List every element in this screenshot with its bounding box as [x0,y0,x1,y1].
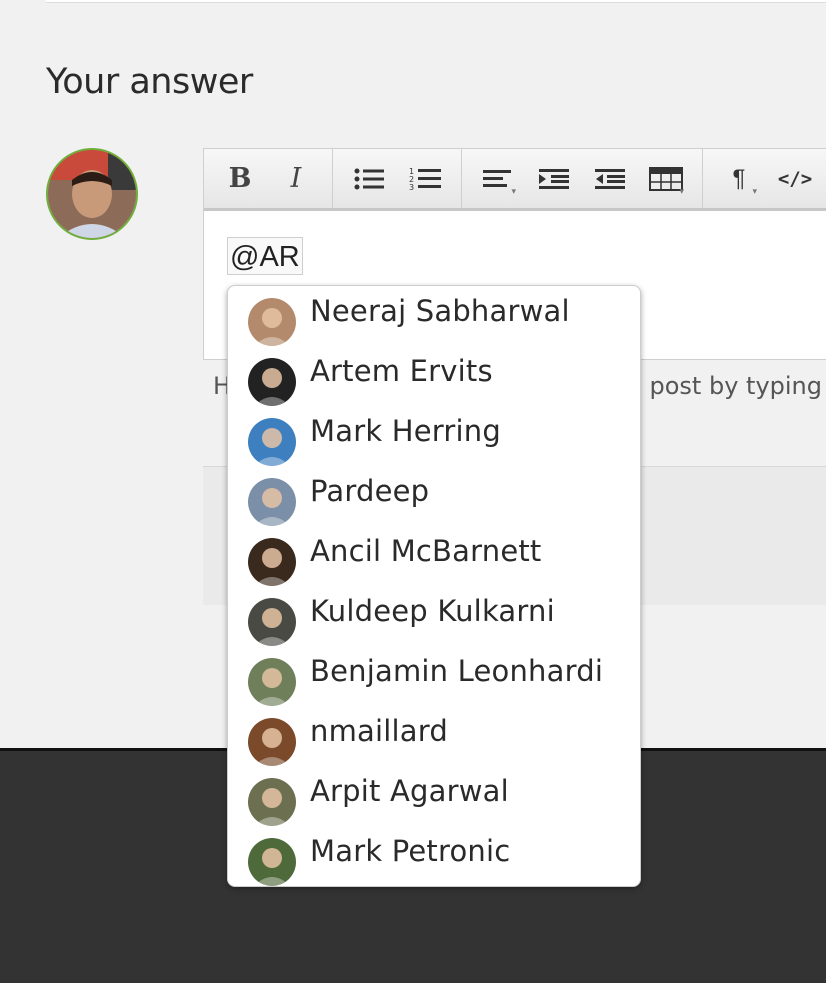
code-icon: </> [777,167,813,190]
chevron-down-icon: ▾ [679,185,684,196]
outdent-button[interactable] [582,159,638,199]
mention-avatar [248,658,296,706]
paragraph-icon: ¶ [732,164,746,192]
bullet-list-button[interactable] [341,159,397,199]
text-style-group: B I [204,149,333,208]
mention-item[interactable]: Ancil McBarnett [228,526,640,586]
table-icon [649,166,683,191]
numbered-list-icon: 1 2 3 [409,167,441,191]
svg-text:3: 3 [409,183,414,191]
mention-avatar [248,298,296,346]
format-group: ▾ ▾ [462,149,703,208]
outdent-icon [595,168,625,189]
numbered-list-button[interactable]: 1 2 3 [397,159,453,199]
bullet-list-icon [354,168,384,189]
mention-name: Artem Ervits [310,354,493,388]
mention-suggestions: Neeraj Sabharwal Artem Ervits Mark Herring… [227,285,641,887]
code-button[interactable]: </> [767,159,823,199]
mention-avatar [248,358,296,406]
mention-item[interactable]: Benjamin Leonhardi [228,646,640,706]
mention-avatar [248,418,296,466]
align-button[interactable]: ▾ [470,159,526,199]
paragraph-button[interactable]: ¶ ▾ [711,159,767,199]
section-title: Your answer [46,62,253,102]
mention-name: nmaillard [310,714,448,748]
mention-name: Kuldeep Kulkarni [310,594,555,628]
mention-name: Mark Herring [310,414,501,448]
mention-avatar [248,718,296,766]
italic-button[interactable]: I [268,159,324,199]
mention-name: Pardeep [310,474,430,508]
chevron-down-icon: ▾ [752,185,757,196]
mention-avatar [248,598,296,646]
mention-item[interactable]: Mark Herring [228,406,640,466]
mention-name: Arpit Agarwal [310,774,509,808]
table-button[interactable]: ▾ [638,159,694,199]
mention-name: Ancil McBarnett [310,534,542,568]
help-text-right: s post by typing [629,372,822,400]
user-avatar[interactable] [46,148,138,240]
mention-item[interactable]: Pardeep [228,466,640,526]
mention-name: Neeraj Sabharwal [310,294,570,328]
mention-item[interactable]: Kuldeep Kulkarni [228,586,640,646]
mention-name: Mark Petronic [310,834,511,868]
mention-item[interactable]: Arpit Agarwal [228,766,640,826]
mention-item[interactable]: Neeraj Sabharwal [228,286,640,346]
align-left-icon [483,169,511,187]
insert-group: ¶ ▾ </> [703,149,826,208]
list-group: 1 2 3 [333,149,462,208]
bold-icon: B [228,163,252,194]
indent-button[interactable] [526,159,582,199]
bold-button[interactable]: B [212,159,268,199]
mention-token[interactable]: @AR [227,237,303,275]
italic-icon: I [290,163,302,194]
indent-icon [539,168,569,189]
mention-item[interactable]: nmaillard [228,706,640,766]
mention-name: Benjamin Leonhardi [310,654,604,688]
mention-item[interactable]: Artem Ervits [228,346,640,406]
mention-avatar [248,538,296,586]
previous-answer-card [46,0,826,3]
mention-avatar [248,478,296,526]
chevron-down-icon: ▾ [511,185,516,196]
mention-item[interactable]: Mark Petronic [228,826,640,886]
mention-avatar [248,778,296,826]
editor-toolbar: B I 1 2 3 ▾ ▾ ¶ ▾ </> [204,149,826,211]
mention-avatar [248,838,296,886]
